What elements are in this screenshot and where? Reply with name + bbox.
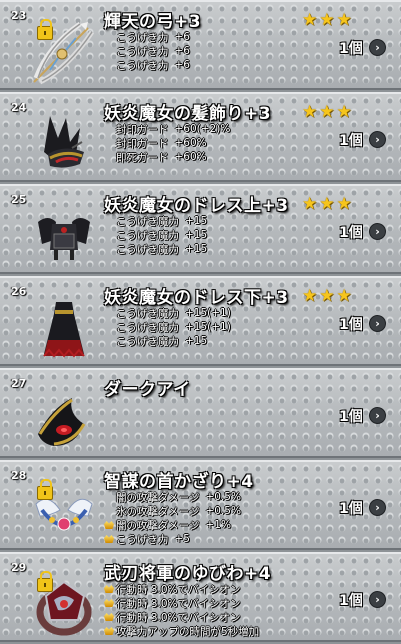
stat-line: こうげき魔力 +15(+1) — [116, 321, 231, 334]
stat-line: 即死ガード +60% — [116, 151, 207, 164]
stat-line: こうげき力 +6 — [116, 45, 190, 58]
star-icon: ★ — [319, 286, 335, 306]
stat-line: こうげき魔力 +15 — [116, 243, 208, 256]
stat-line: 攻撃力アップの時間が5秒増加 — [104, 624, 259, 638]
detail-arrow-icon[interactable]: › — [369, 223, 386, 240]
dark-eye-icon — [28, 384, 100, 456]
item-row[interactable]: 26 妖炎魔女のドレス下+3 ★ ★ ★ こうげき魔力 +15(+1) こうげき魔… — [0, 276, 401, 366]
stat-line: 行動時 3.0%でバイシオン — [104, 596, 259, 610]
item-list: 23 輝天の弓+3 ★ ★ ★ こうげき力 +6 こうげき力 +6 こうげき力 +6 — [0, 0, 401, 642]
detail-arrow-icon[interactable]: › — [369, 315, 386, 332]
star-icon: ★ — [319, 10, 335, 30]
crown-gem-icon — [104, 599, 114, 607]
item-name: ダークアイ — [104, 380, 191, 400]
item-name: 武刃将軍のゆびわ+4 — [104, 564, 272, 584]
crown-gem-icon — [104, 613, 114, 621]
item-row[interactable]: 23 輝天の弓+3 ★ ★ ★ こうげき力 +6 こうげき力 +6 こうげき力 +6 — [0, 0, 401, 90]
star-rating: ★ ★ ★ — [302, 288, 352, 305]
detail-arrow-icon[interactable]: › — [369, 39, 386, 56]
item-row[interactable]: 25 妖炎魔女のドレス上+3 ★ ★ ★ こうげき魔力 +15 こうげき魔力 +15… — [0, 184, 401, 274]
item-index: 29 — [11, 561, 27, 574]
item-index: 28 — [11, 469, 27, 482]
item-row[interactable]: 28 智謀の首かざり+4 闇の攻撃ダメージ +0.5% 氷の攻撃ダメージ +0.5%… — [0, 460, 401, 550]
stat-list: 行動時 3.0%でバイシオン 行動時 3.0%でバイシオン 行動時 3.0%でバ… — [100, 582, 259, 638]
item-count: 1個 — [339, 593, 363, 609]
star-icon: ★ — [336, 102, 352, 122]
stat-line: 行動時 3.0%でバイシオン — [104, 610, 259, 624]
item-index: 23 — [11, 9, 27, 22]
dress-bottom-icon — [28, 292, 100, 364]
stat-list: こうげき魔力 +15 こうげき魔力 +15 こうげき魔力 +15 — [100, 214, 207, 256]
star-rating: ★ ★ ★ — [302, 196, 352, 213]
star-icon: ★ — [302, 102, 318, 122]
stat-list: こうげき力 +6 こうげき力 +6 こうげき力 +6 — [100, 30, 190, 72]
item-count: 1個 — [339, 317, 363, 333]
item-name: 輝天の弓+3 — [104, 12, 202, 32]
item-name: 妖炎魔女のドレス上+3 — [104, 196, 289, 216]
lock-icon — [37, 19, 53, 40]
stat-line: 闇の攻撃ダメージ +0.5% — [116, 491, 241, 504]
item-name: 妖炎魔女の髪飾り+3 — [104, 104, 272, 124]
stat-line: 封印ガード +60% — [116, 137, 207, 150]
stat-line: こうげき力 +5 — [104, 532, 241, 546]
star-rating: ★ ★ ★ — [302, 12, 352, 29]
lock-icon — [37, 479, 53, 500]
star-icon: ★ — [336, 194, 352, 214]
item-count: 1個 — [339, 409, 363, 425]
item-count: 1個 — [339, 133, 363, 149]
item-index: 25 — [11, 193, 27, 206]
stat-line: こうげき力 +6 — [116, 59, 190, 72]
item-count: 1個 — [339, 225, 363, 241]
star-icon: ★ — [302, 286, 318, 306]
crown-gem-icon — [104, 585, 114, 593]
hair-ornament-icon — [28, 108, 100, 180]
stat-line: こうげき力 +6 — [116, 31, 190, 44]
star-rating: ★ ★ ★ — [302, 104, 352, 121]
stat-list: 闇の攻撃ダメージ +0.5% 氷の攻撃ダメージ +0.5% 闇の攻撃ダメージ +1% … — [100, 490, 241, 546]
item-row[interactable]: 24 妖炎魔女の髪飾り+3 ★ ★ ★ 封印ガード +60(+2)% 封印ガード +… — [0, 92, 401, 182]
item-name: 智謀の首かざり+4 — [104, 472, 254, 492]
stat-line: 行動時 3.0%でバイシオン — [104, 582, 259, 596]
item-name: 妖炎魔女のドレス下+3 — [104, 288, 289, 308]
detail-arrow-icon[interactable]: › — [369, 131, 386, 148]
stat-line: こうげき魔力 +15(+1) — [116, 307, 231, 320]
stat-line: こうげき魔力 +15 — [116, 215, 208, 228]
dress-top-icon — [28, 200, 100, 272]
star-icon: ★ — [319, 102, 335, 122]
crown-gem-icon — [104, 627, 114, 635]
detail-arrow-icon[interactable]: › — [369, 591, 386, 608]
stat-line: こうげき魔力 +15 — [116, 335, 208, 348]
star-icon: ★ — [302, 194, 318, 214]
detail-arrow-icon[interactable]: › — [369, 407, 386, 424]
star-icon: ★ — [336, 286, 352, 306]
item-index: 26 — [11, 285, 27, 298]
stat-line: こうげき魔力 +15 — [116, 229, 208, 242]
crown-gem-icon — [104, 535, 114, 543]
stat-line: 封印ガード +60(+2)% — [116, 123, 231, 136]
star-icon: ★ — [302, 10, 318, 30]
item-row[interactable]: 29 武刃将軍のゆびわ+4 行動時 3.0%でバイシオン 行動時 3.0%でバイ… — [0, 552, 401, 642]
item-index: 27 — [11, 377, 27, 390]
star-icon: ★ — [336, 10, 352, 30]
item-count: 1個 — [339, 41, 363, 57]
star-icon: ★ — [319, 194, 335, 214]
stat-list: こうげき魔力 +15(+1) こうげき魔力 +15(+1) こうげき魔力 +15 — [100, 306, 231, 348]
detail-arrow-icon[interactable]: › — [369, 499, 386, 516]
stat-list: 封印ガード +60(+2)% 封印ガード +60% 即死ガード +60% — [100, 122, 230, 164]
stat-line: 闇の攻撃ダメージ +1% — [104, 518, 241, 532]
item-count: 1個 — [339, 501, 363, 517]
lock-icon — [37, 571, 53, 592]
item-index: 24 — [11, 101, 27, 114]
item-row[interactable]: 27 ダークアイ 1個 › — [0, 368, 401, 458]
crown-gem-icon — [104, 521, 114, 529]
stat-line: 氷の攻撃ダメージ +0.5% — [116, 505, 241, 518]
